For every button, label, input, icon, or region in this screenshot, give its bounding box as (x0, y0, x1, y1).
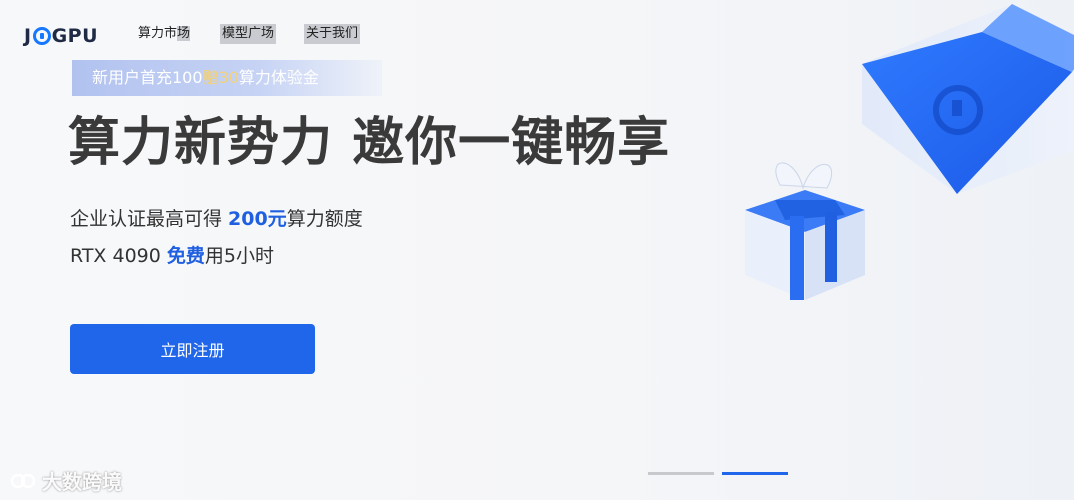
subline-text-suffix: 算力额度 (286, 208, 363, 230)
hero-subline-gpu: RTX 4090 免费用5小时 (70, 241, 274, 268)
nav-item-model-square[interactable]: 模型广场 (220, 24, 277, 44)
register-button[interactable]: 立即注册 (70, 324, 315, 374)
promo-text: 新用户首充100 (92, 68, 203, 87)
subline-text: 企业认证最高可得 (70, 208, 229, 230)
subline-free: 免费 (166, 245, 205, 267)
hero-subline-enterprise: 企业认证最高可得 200元算力额度 (70, 204, 363, 231)
brand-logo-icon (10, 473, 36, 488)
nav-item-about-us[interactable]: 关于我们 (304, 24, 361, 44)
logo-mark-icon (32, 27, 51, 45)
promo-text-suffix: 算力体验金 (238, 68, 319, 87)
logo-prefix: J (24, 25, 32, 47)
watermark: 大数跨境 (10, 466, 122, 495)
hero-headline: 算力新势力 邀你一键畅享 (68, 113, 671, 173)
subline-text: RTX 4090 (70, 245, 167, 267)
top-nav: 算力市场 模型广场 关于我们 (136, 24, 361, 44)
gift-box-icon (745, 162, 865, 300)
carousel-pager (648, 472, 788, 475)
watermark-text: 大数跨境 (42, 470, 122, 494)
nav-item-label-highlight: 场 (177, 26, 191, 41)
cube-illustration-icon (862, 4, 1074, 194)
carousel-dot-2[interactable] (722, 472, 788, 475)
subline-amount: 200元 (228, 208, 287, 230)
brand-logo[interactable]: J GPU (24, 24, 98, 48)
nav-item-compute-market[interactable]: 算力市场 (136, 24, 192, 44)
promo-banner: 新用户首充100赠30算力体验金 (72, 60, 382, 96)
logo-suffix: GPU (51, 25, 99, 47)
nav-item-label: 算力市 (138, 26, 178, 41)
hero-banner: J GPU 算力市场 模型广场 关于我们 新用户首充100赠30算力体验金 算力… (0, 0, 1074, 500)
carousel-dot-1[interactable] (648, 472, 714, 475)
promo-bonus: 赠30 (202, 68, 239, 87)
subline-text-suffix: 用5小时 (204, 245, 274, 267)
